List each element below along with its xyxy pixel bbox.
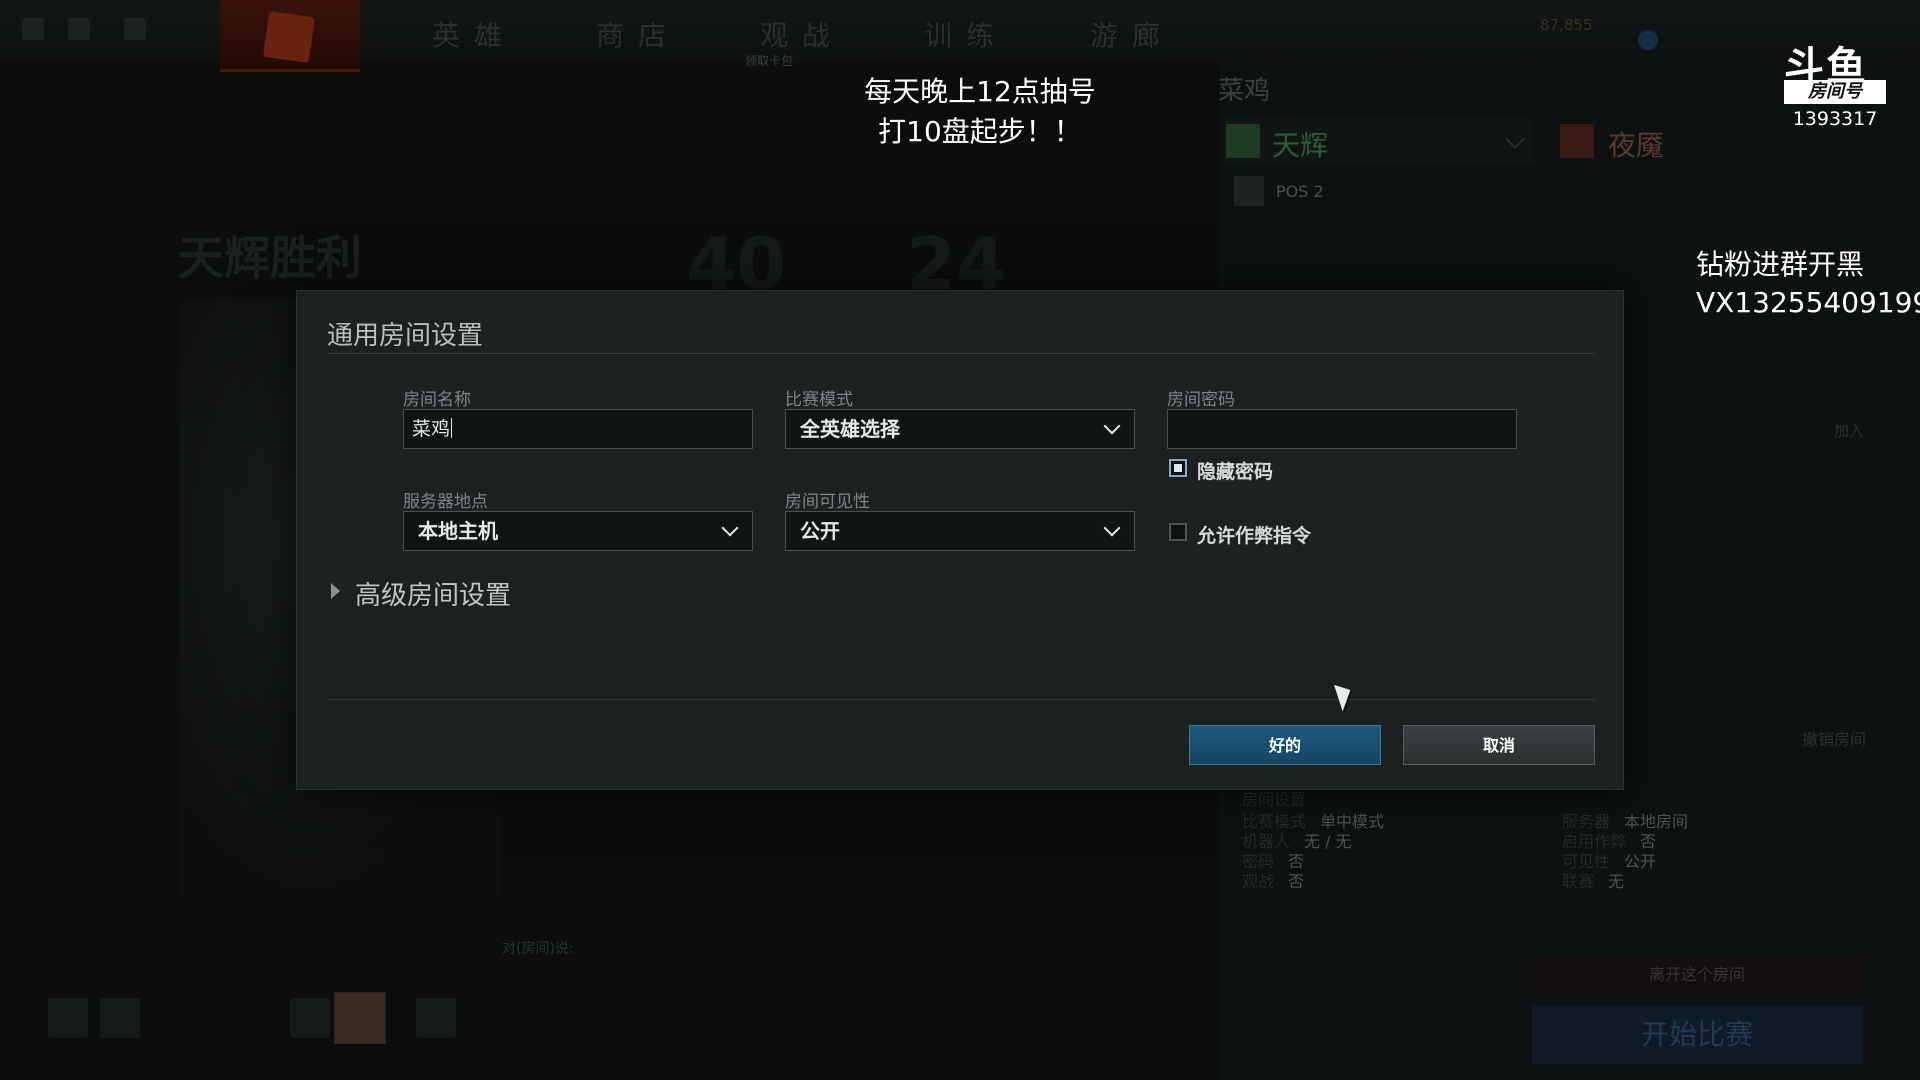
leave-room-button[interactable]: 离开这个房间: [1532, 956, 1862, 994]
room-name-label: 房间名称: [403, 390, 471, 410]
dota-logo-tile[interactable]: [220, 0, 360, 72]
chat-label: 对(房间)说:: [502, 941, 574, 957]
dota-logo-icon: [263, 11, 315, 63]
team-radiant-label: 天辉: [1272, 129, 1329, 162]
server-select[interactable]: 本地主机: [403, 511, 753, 551]
hero-portrait[interactable]: [334, 992, 386, 1044]
nav-watch[interactable]: 观战: [760, 14, 844, 54]
overlay-line-2: 打10盘起步！！: [878, 115, 1082, 148]
top-nav-bar: 英雄 商店 观战 训练 游廊 领取卡包 87,855: [0, 0, 1920, 72]
room-settings-dialog: 通用房间设置 房间名称 菜鸡 比赛模式 全英雄选择 房间密码 隐藏密码 服务器地…: [296, 290, 1624, 790]
setting-value: 无: [1608, 872, 1625, 891]
password-label: 房间密码: [1167, 390, 1235, 410]
room-number: 1393317: [1792, 108, 1878, 130]
game-mode-value: 全英雄选择: [800, 417, 900, 441]
server-value: 本地主机: [418, 519, 498, 543]
victory-text: 天辉胜利: [178, 231, 362, 285]
overlay-line-1: 每天晚上12点抽号: [864, 75, 1096, 108]
setting-key: 联赛: [1562, 872, 1595, 891]
back-icon[interactable]: [124, 18, 146, 40]
hide-password-checkbox[interactable]: [1169, 459, 1187, 477]
settings-summary-title: 房间设置: [1242, 790, 1307, 809]
setting-value: 公开: [1624, 852, 1657, 871]
hide-password-option[interactable]: 隐藏密码: [1169, 457, 1369, 483]
stream-overlay-top: 每天晚上12点抽号 打10盘起步！！: [820, 72, 1140, 152]
stream-overlay-right: 钻粉进群开黑 VX13255409199: [1696, 246, 1920, 322]
visibility-value: 公开: [800, 519, 840, 543]
cancel-room-link[interactable]: 撤销房间: [1802, 726, 1866, 750]
join-link[interactable]: 加入: [1834, 420, 1864, 441]
allow-cheats-label: 允许作弊指令: [1197, 525, 1312, 547]
nav-heroes[interactable]: 英雄: [432, 14, 516, 54]
team-dire-label: 夜魇: [1608, 129, 1665, 162]
lobby-name: 菜鸡: [1218, 76, 1271, 106]
dire-flag-icon: [1560, 124, 1594, 158]
menu-icon[interactable]: [22, 18, 44, 40]
notification-badge[interactable]: [1638, 30, 1658, 50]
start-game-button[interactable]: 开始比赛: [1532, 1006, 1862, 1064]
cancel-button[interactable]: 取消: [1403, 725, 1595, 765]
mic-icon[interactable]: [290, 998, 330, 1038]
chevron-down-icon: [1103, 519, 1121, 537]
nav-store[interactable]: 商店: [596, 14, 680, 54]
divider: [327, 699, 1595, 700]
shard-currency: 87,855: [1540, 16, 1593, 34]
help-icon[interactable]: [100, 998, 140, 1038]
divider: [327, 353, 1595, 354]
setting-value: 无 / 无: [1304, 832, 1352, 851]
nav-sub-label[interactable]: 领取卡包: [745, 52, 793, 69]
overlay-right-line-2: VX13255409199: [1696, 286, 1920, 319]
game-mode-select[interactable]: 全英雄选择: [785, 409, 1135, 449]
overlay-right-line-1: 钻粉进群开黑: [1696, 248, 1865, 281]
player-slot[interactable]: POS 2: [1234, 176, 1534, 208]
slot-position-label: POS 2: [1276, 182, 1324, 201]
setting-value: 否: [1288, 872, 1305, 891]
nav-arcade[interactable]: 游廊: [1090, 14, 1174, 54]
gear-icon[interactable]: [68, 18, 90, 40]
dialog-title: 通用房间设置: [327, 321, 484, 351]
room-name-value: 菜鸡: [412, 418, 451, 440]
bottom-bar: [0, 990, 520, 1060]
setting-key: 观战: [1242, 872, 1275, 891]
chevron-down-icon: [721, 519, 739, 537]
team-radiant-header[interactable]: 天辉: [1224, 118, 1534, 164]
ok-button[interactable]: 好的: [1189, 725, 1381, 765]
expand-triangle-icon: [331, 583, 340, 599]
chevron-down-icon: [1103, 417, 1121, 435]
douyu-logo: 斗鱼 房间号: [1782, 34, 1888, 106]
allow-cheats-option[interactable]: 允许作弊指令: [1169, 521, 1369, 547]
password-input[interactable]: [1167, 409, 1517, 449]
visibility-label: 房间可见性: [785, 492, 870, 512]
radiant-flag-icon: [1226, 124, 1260, 158]
party-icon[interactable]: [416, 998, 456, 1038]
allow-cheats-checkbox[interactable]: [1169, 523, 1187, 541]
visibility-select[interactable]: 公开: [785, 511, 1135, 551]
game-mode-label: 比赛模式: [785, 390, 853, 410]
douyu-logo-tag: 房间号: [1784, 80, 1886, 104]
chevron-down-icon: [1505, 129, 1525, 149]
room-name-input[interactable]: 菜鸡: [403, 409, 753, 449]
profile-icon[interactable]: [48, 998, 88, 1038]
advanced-settings-label: 高级房间设置: [355, 581, 512, 611]
hide-password-label: 隐藏密码: [1197, 461, 1274, 483]
nav-learn[interactable]: 训练: [924, 14, 1008, 54]
text-caret: [451, 418, 453, 438]
server-label: 服务器地点: [403, 492, 488, 512]
avatar: [1234, 176, 1264, 206]
